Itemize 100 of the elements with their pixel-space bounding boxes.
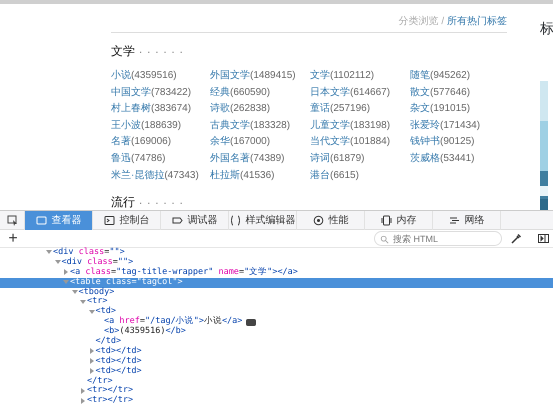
- expanded-caret-icon[interactable]: [88, 308, 94, 315]
- tag-link[interactable]: 中国文学: [111, 86, 151, 98]
- gauge-icon: [312, 214, 324, 226]
- tag-count: (61879): [330, 152, 364, 164]
- tag-count: (1489415): [250, 70, 296, 81]
- markup-text: <b>(4359516)</b>: [104, 327, 186, 336]
- tag-count: (47343): [164, 170, 199, 181]
- tag-count: (53441): [440, 152, 474, 164]
- tag-count: (4359516): [131, 70, 177, 81]
- tag-link[interactable]: 鲁迅: [111, 152, 131, 164]
- tag-link[interactable]: 诗歌: [210, 103, 230, 114]
- section-title: 流行: [111, 195, 135, 210]
- breadcrumb-link[interactable]: 所有热门标签: [447, 16, 507, 27]
- window-icon: [36, 214, 46, 226]
- markup-text: <td></td>: [96, 366, 142, 376]
- tag-link[interactable]: 儿童文学: [310, 120, 350, 131]
- tag-count: (191015): [430, 103, 470, 114]
- markup-text: <td></td>: [96, 356, 142, 366]
- markup-text: <a href="/tag/小说">小说</a>: [104, 317, 242, 326]
- tag-link[interactable]: 王小波: [111, 120, 141, 131]
- markup-text: <tr></tr>: [87, 396, 134, 406]
- markup-text: <a class="tag-title-wrapper" name="文学"></a>: [70, 268, 298, 278]
- tag-count: (183198): [350, 120, 390, 131]
- tag-link[interactable]: 茨威格: [410, 152, 440, 164]
- sidebar-toggle-icon[interactable]: [538, 233, 549, 244]
- tag-count: (41536): [240, 170, 274, 181]
- collapsed-caret-icon[interactable]: [88, 348, 94, 354]
- tag-link[interactable]: 钱钟书: [410, 136, 440, 148]
- tag-count: (577646): [430, 86, 470, 98]
- tag-count: (257196): [330, 103, 370, 114]
- tag-count: (188639): [141, 120, 182, 131]
- tag-count: (101884): [350, 136, 390, 148]
- markup-text: <tr>: [87, 297, 108, 306]
- tag-count: (1102112): [330, 70, 374, 81]
- tag-link[interactable]: 名著: [111, 136, 131, 148]
- tag-link[interactable]: 外国名著: [210, 152, 250, 164]
- markup-text: <tbody>: [78, 288, 114, 297]
- heading-dots: · · · · · ·: [139, 47, 184, 58]
- add-node-button[interactable]: +: [0, 230, 26, 246]
- tag-link[interactable]: 童话: [310, 103, 330, 114]
- tag-count: (183328): [250, 120, 290, 131]
- tag-count: (90125): [440, 136, 474, 148]
- tag-count: (167000): [230, 136, 270, 148]
- lines-icon: [448, 214, 460, 226]
- collapsed-caret-icon[interactable]: [88, 368, 94, 374]
- collapsed-caret-icon[interactable]: [80, 398, 86, 404]
- tag-link[interactable]: 港台: [310, 170, 330, 181]
- expanded-caret-icon[interactable]: [72, 288, 78, 295]
- tag-link[interactable]: 杜拉斯: [210, 170, 240, 181]
- markup-text: <table class="tagCol">: [70, 278, 183, 288]
- tag-link[interactable]: 文学: [310, 70, 330, 81]
- tag-link[interactable]: 日本文学: [310, 86, 350, 98]
- tag-count: (783422): [151, 86, 192, 98]
- tag-count: (6615): [330, 170, 359, 181]
- tag-link[interactable]: 余华: [210, 136, 230, 148]
- tag-link[interactable]: 古典文学: [210, 120, 250, 131]
- markup-text: </tr>: [87, 376, 113, 386]
- tag-link[interactable]: 诗词: [310, 152, 330, 164]
- expanded-caret-icon[interactable]: [54, 259, 60, 266]
- devtools-tab[interactable]: 查看器: [25, 210, 93, 230]
- expanded-caret-icon[interactable]: [80, 298, 86, 305]
- selected-row[interactable]: <table class="tagCol">: [0, 278, 553, 288]
- section-title: 文学: [111, 44, 135, 58]
- chip-icon: [380, 214, 392, 226]
- expanded-caret-icon[interactable]: [46, 249, 52, 256]
- braces-icon: [230, 214, 240, 226]
- tag-link[interactable]: 当代文学: [310, 136, 350, 148]
- markup-text: <div class="">: [53, 248, 125, 258]
- tag-count: (614667): [350, 86, 390, 98]
- terminal-icon: [104, 214, 114, 226]
- breadcrumb-text: /: [440, 16, 446, 27]
- tag-link[interactable]: 村上春树: [111, 103, 151, 114]
- markup-text: <td></td>: [96, 346, 142, 356]
- search-field[interactable]: 搜索 HTML: [374, 231, 502, 246]
- markup-text: <tr></tr>: [87, 386, 134, 396]
- markup-text: </td>: [96, 337, 122, 346]
- tag-count: (945262): [430, 70, 470, 81]
- tag-link[interactable]: 小说: [111, 70, 131, 81]
- event-badge-icon[interactable]: [246, 318, 256, 326]
- tag-link[interactable]: 外国文学: [210, 70, 250, 81]
- tag-link[interactable]: 经典: [210, 86, 230, 98]
- collapsed-caret-icon[interactable]: [63, 269, 69, 276]
- collapsed-caret-icon[interactable]: [88, 358, 94, 364]
- eyedropper-icon[interactable]: [510, 232, 522, 244]
- tag-count: (74786): [131, 152, 166, 164]
- tag-count: (262838): [230, 103, 270, 114]
- tag-count: (74389): [250, 152, 284, 164]
- markup-text: <div class="">: [62, 258, 134, 268]
- tag-link[interactable]: 杂文: [410, 103, 430, 114]
- tag-count: (169006): [131, 136, 172, 148]
- breadcrumb-text: 分类浏览: [398, 16, 439, 27]
- tag-shape-icon: [172, 214, 182, 226]
- collapsed-caret-icon[interactable]: [80, 388, 86, 394]
- tag-link[interactable]: 散文: [410, 86, 430, 98]
- tag-link[interactable]: 张爱玲: [410, 120, 440, 131]
- tag-count: (171434): [440, 120, 480, 131]
- tag-count: (383674): [151, 103, 192, 114]
- heading-dots: · · · · · ·: [139, 198, 184, 210]
- tag-link[interactable]: 随笔: [410, 70, 430, 81]
- tag-link[interactable]: 米兰·昆德拉: [111, 170, 164, 181]
